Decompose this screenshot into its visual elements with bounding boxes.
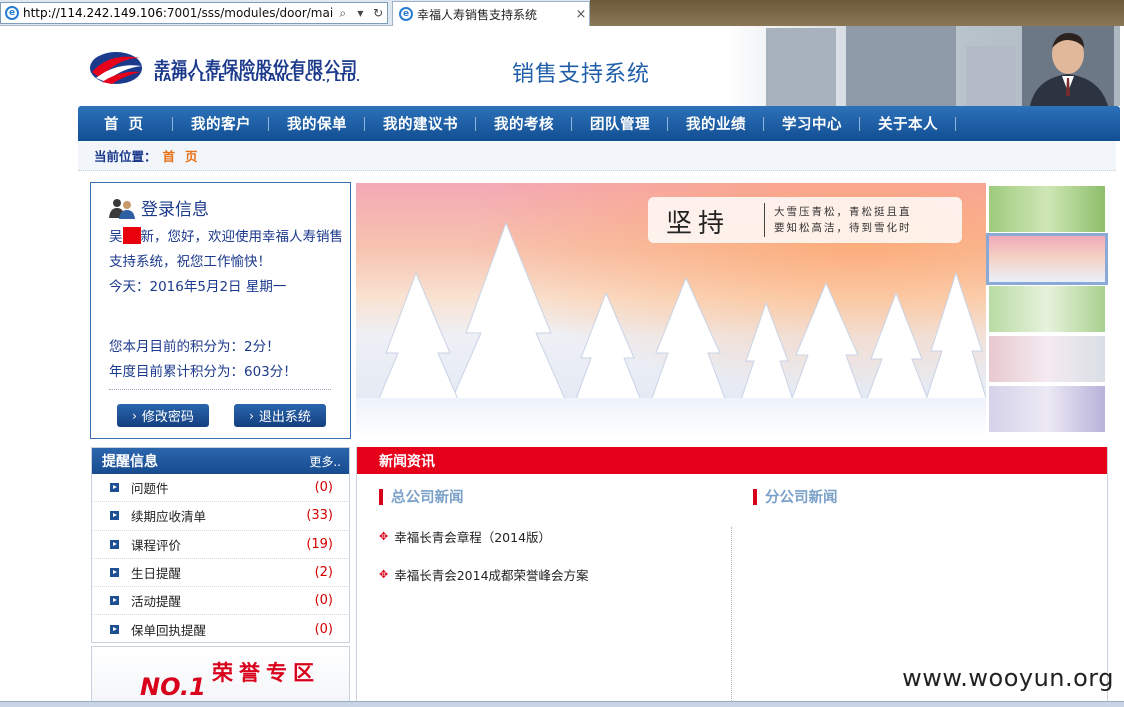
hq-news-column: 总公司新闻 幸福长青会章程（2014版） 幸福长青会2014成都荣誉峰会方案	[357, 474, 731, 707]
login-info-header: 登录信息	[109, 195, 209, 220]
welcome-message: 新，您好，欢迎使用幸福人寿销售支持系统，祝您工作愉快！	[109, 229, 343, 270]
banner-verse: 大雪压青松，青松挺且直 要知松高洁，待到雪化时	[774, 204, 912, 236]
banner-thumbnail-1[interactable]	[989, 186, 1105, 232]
refresh-icon[interactable]: ↻	[369, 3, 387, 23]
arrow-bullet-icon	[110, 625, 119, 635]
reminder-label[interactable]: 活动提醒	[131, 591, 315, 610]
banner-slideshow[interactable]: 坚持 大雪压青松，青松挺且直 要知松高洁，待到雪化时	[356, 183, 986, 438]
company-name-en: HAPPY LIFE INSURANCE CO., LTD.	[154, 72, 361, 84]
reminders-more-link[interactable]: 更多..	[309, 453, 341, 470]
redacted-name-block	[122, 227, 141, 244]
today-date: 今天：2016年5月2日 星期一	[109, 279, 287, 295]
banner-caption: 坚持 大雪压青松，青松挺且直 要知松高洁，待到雪化时	[648, 197, 962, 243]
breadcrumb-label: 当前位置：	[94, 149, 157, 164]
address-url[interactable]: http://114.242.149.106:7001/sss/modules/…	[23, 6, 334, 20]
reminder-row-course-evaluation[interactable]: 课程评价 (19)	[92, 531, 349, 559]
banner-headline: 坚持	[666, 209, 731, 239]
user-name-prefix: 吴	[109, 229, 123, 245]
arrow-bullet-icon	[110, 596, 119, 606]
nav-about-me[interactable]: 关于本人	[860, 106, 956, 141]
address-bar[interactable]: e http://114.242.149.106:7001/sss/module…	[0, 2, 388, 24]
nav-my-customers[interactable]: 我的客户	[173, 106, 269, 141]
reminder-row-birthdays[interactable]: 生日提醒 (2)	[92, 559, 349, 588]
banner-caption-divider	[764, 203, 765, 237]
browser-chrome-background	[590, 0, 1124, 26]
reminder-label[interactable]: 保单回执提醒	[131, 620, 315, 639]
reminder-label[interactable]: 问题件	[131, 478, 315, 497]
close-tab-icon[interactable]: ×	[573, 7, 589, 22]
main-nav: 首页 我的客户 我的保单 我的建议书 我的考核 团队管理 我的业绩 学习中心 关…	[78, 106, 1120, 141]
company-logo-icon	[90, 52, 142, 84]
reminder-count: (33)	[306, 508, 333, 524]
reminder-count: (2)	[314, 565, 333, 581]
reminder-count: (0)	[314, 593, 333, 609]
system-title: 销售支持系统	[512, 62, 651, 87]
login-divider	[109, 389, 331, 390]
nav-home[interactable]: 首页	[84, 106, 173, 141]
reminder-count: (19)	[306, 536, 333, 552]
reminder-label[interactable]: 续期应收清单	[131, 506, 306, 525]
header-photo	[726, 26, 1120, 106]
news-header: 新闻资讯	[357, 447, 1107, 474]
honor-zone-banner[interactable]: NO.1 荣誉专区	[91, 646, 350, 707]
nav-my-policies[interactable]: 我的保单	[269, 106, 365, 141]
browser-tab[interactable]: e 幸福人寿销售支持系统 ×	[392, 1, 590, 26]
banner-verse-line-1: 大雪压青松，青松挺且直	[774, 206, 912, 218]
nav-my-proposals[interactable]: 我的建议书	[365, 106, 476, 141]
tab-favicon-icon: e	[399, 7, 413, 21]
banner-thumbnails	[986, 186, 1108, 436]
banner-thumbnail-4[interactable]	[989, 336, 1105, 382]
hq-news-title[interactable]: 总公司新闻	[379, 486, 464, 507]
no1-badge: NO.1	[140, 673, 206, 701]
dropdown-icon[interactable]: ▾	[352, 3, 370, 23]
nav-learning-center[interactable]: 学习中心	[764, 106, 860, 141]
reminders-title: 提醒信息	[102, 454, 158, 470]
reminder-row-renewals[interactable]: 续期应收清单 (33)	[92, 502, 349, 531]
businessman-photo	[1022, 26, 1114, 106]
banner-thumbnail-5[interactable]	[989, 386, 1105, 432]
reminder-count: (0)	[314, 480, 333, 496]
reminder-count: (0)	[314, 622, 333, 638]
arrow-bullet-icon	[110, 511, 119, 521]
breadcrumb: 当前位置： 首页	[78, 141, 1116, 171]
site-header: 幸福人寿保险股份有限公司 HAPPY LIFE INSURANCE CO., L…	[78, 26, 1120, 106]
arrow-bullet-icon	[110, 539, 119, 549]
news-item[interactable]: 幸福长青会章程（2014版）	[379, 527, 551, 546]
reminder-row-activities[interactable]: 活动提醒 (0)	[92, 587, 349, 616]
login-info-panel: 登录信息 吴新，您好，欢迎使用幸福人寿销售支持系统，祝您工作愉快！ 今天：201…	[90, 182, 351, 439]
reminder-row-problem-cases[interactable]: 问题件 (0)	[92, 474, 349, 503]
nav-team-management[interactable]: 团队管理	[572, 106, 668, 141]
browser-chrome: e http://114.242.149.106:7001/sss/module…	[0, 0, 1124, 26]
reminders-panel: 提醒信息 更多.. 问题件 (0) 续期应收清单 (33) 课程评价 (19) 生日提…	[91, 447, 350, 643]
taskbar	[0, 701, 1124, 707]
banner-thumbnail-2[interactable]	[986, 233, 1108, 285]
search-icon[interactable]: ⌕	[334, 3, 352, 23]
change-password-button[interactable]: 修改密码	[117, 404, 209, 427]
branch-news-title[interactable]: 分公司新闻	[753, 486, 838, 507]
reminder-label[interactable]: 课程评价	[131, 535, 306, 554]
watermark: www.wooyun.org	[902, 664, 1114, 692]
reminder-label[interactable]: 生日提醒	[131, 563, 315, 582]
reminders-list: 问题件 (0) 续期应收清单 (33) 课程评价 (19) 生日提醒 (2) 活动提醒(…	[92, 474, 349, 644]
news-item[interactable]: 幸福长青会2014成都荣誉峰会方案	[379, 565, 588, 584]
honor-zone-title: 荣誉专区	[212, 661, 320, 685]
arrow-bullet-icon	[110, 568, 119, 578]
banner-verse-line-2: 要知松高洁，待到雪化时	[774, 222, 912, 234]
arrow-bullet-icon	[110, 483, 119, 493]
tab-title: 幸福人寿销售支持系统	[417, 7, 538, 22]
welcome-text: 吴新，您好，欢迎使用幸福人寿销售支持系统，祝您工作愉快！ 今天：2016年5月2…	[109, 225, 345, 300]
ie-logo-icon: e	[5, 6, 19, 20]
breadcrumb-current[interactable]: 首页	[163, 146, 208, 165]
logout-button[interactable]: 退出系统	[234, 404, 326, 427]
yearly-score: 年度目前累计积分为：603分！	[109, 364, 297, 380]
banner-thumbnail-3[interactable]	[989, 286, 1105, 332]
reminders-header: 提醒信息 更多..	[92, 448, 349, 474]
snow-ground	[356, 398, 986, 438]
nav-my-assessment[interactable]: 我的考核	[476, 106, 572, 141]
monthly-score: 您本月目前的积分为：2分！	[109, 339, 280, 355]
users-icon	[109, 198, 135, 219]
nav-my-performance[interactable]: 我的业绩	[668, 106, 764, 141]
reminder-row-policy-receipts[interactable]: 保单回执提醒 (0)	[92, 615, 349, 643]
login-info-title: 登录信息	[141, 200, 209, 220]
